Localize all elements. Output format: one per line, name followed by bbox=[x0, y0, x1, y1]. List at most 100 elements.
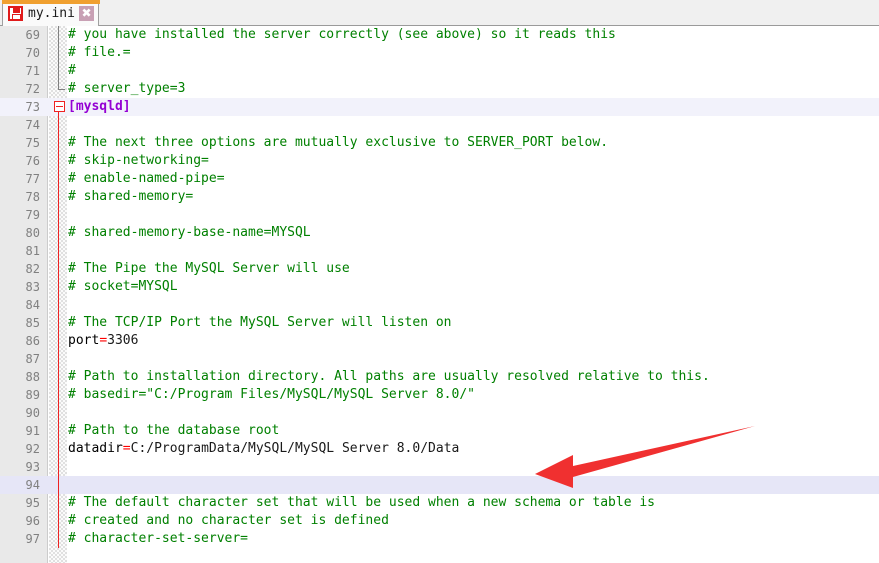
code-line[interactable]: 72 # server_type=3 bbox=[0, 80, 879, 98]
floppy-disk-icon bbox=[8, 6, 23, 21]
code-text: # The Pipe the MySQL Server will use bbox=[68, 260, 350, 278]
code-line[interactable]: 69 # you have installed the server correc… bbox=[0, 26, 879, 44]
code-line[interactable]: 89 # basedir="C:/Program Files/MySQL/MySQ… bbox=[0, 386, 879, 404]
code-token-cmt: # you have installed the server correctl… bbox=[68, 27, 616, 42]
code-text: # basedir="C:/Program Files/MySQL/MySQL … bbox=[68, 386, 475, 404]
close-icon[interactable]: ✖ bbox=[78, 6, 94, 21]
fold-active-line bbox=[58, 512, 59, 530]
code-line[interactable]: 80 # shared-memory-base-name=MYSQL bbox=[0, 224, 879, 242]
code-line[interactable]: 74 bbox=[0, 116, 879, 134]
code-line[interactable]: 84 bbox=[0, 296, 879, 314]
fold-active-line bbox=[58, 224, 59, 242]
code-text: # skip-networking= bbox=[68, 152, 209, 170]
fold-active-line bbox=[58, 296, 59, 314]
code-line[interactable]: 86 port=3306 bbox=[0, 332, 879, 350]
code-line[interactable]: 79 bbox=[0, 206, 879, 224]
active-tab-indicator bbox=[2, 0, 100, 4]
code-line[interactable]: 82 # The Pipe the MySQL Server will use bbox=[0, 260, 879, 278]
code-token-cmt: # basedir="C:/Program Files/MySQL/MySQL … bbox=[68, 387, 475, 402]
line-number: 77 bbox=[25, 172, 40, 186]
fold-active-line bbox=[58, 530, 59, 548]
line-number: 95 bbox=[25, 496, 40, 510]
fold-active-line bbox=[58, 458, 59, 476]
code-line[interactable]: 95 # The default character set that will … bbox=[0, 494, 879, 512]
fold-active-line bbox=[58, 314, 59, 332]
code-token-cmt: # skip-networking= bbox=[68, 153, 209, 168]
code-token-eq: = bbox=[122, 441, 131, 456]
code-line[interactable]: 93 bbox=[0, 458, 879, 476]
fold-active-line bbox=[58, 386, 59, 404]
fold-active-line bbox=[58, 242, 59, 260]
code-token-key: datadir bbox=[68, 441, 123, 456]
tab-bar: my.ini ✖ bbox=[0, 0, 879, 26]
fold-active-line bbox=[58, 332, 59, 350]
line-number: 81 bbox=[25, 244, 40, 258]
code-line[interactable]: 73 [mysqld] bbox=[0, 98, 879, 116]
line-number: 86 bbox=[25, 334, 40, 348]
line-number: 74 bbox=[25, 118, 40, 132]
code-text: # bbox=[68, 62, 76, 80]
code-line[interactable]: 71 # bbox=[0, 62, 879, 80]
text-editor-area[interactable]: 69 # you have installed the server correc… bbox=[0, 26, 879, 563]
code-token-cmt: # Path to installation directory. All pa… bbox=[68, 369, 710, 384]
code-text: # you have installed the server correctl… bbox=[68, 26, 616, 44]
line-number: 83 bbox=[25, 280, 40, 294]
fold-collapse-icon[interactable] bbox=[54, 101, 65, 112]
line-number: 91 bbox=[25, 424, 40, 438]
code-line[interactable]: 78 # shared-memory= bbox=[0, 188, 879, 206]
code-line[interactable]: 88 # Path to installation directory. All … bbox=[0, 368, 879, 386]
fold-guide-line bbox=[58, 44, 59, 62]
code-text: # The next three options are mutually ex… bbox=[68, 134, 608, 152]
line-number: 71 bbox=[25, 64, 40, 78]
code-token-val: C:/ProgramData/MySQL/MySQL Server 8.0/Da… bbox=[130, 441, 460, 456]
fold-guide-end bbox=[58, 80, 65, 90]
code-text: # enable-named-pipe= bbox=[68, 170, 225, 188]
code-text: # The TCP/IP Port the MySQL Server will … bbox=[68, 314, 452, 332]
code-token-cmt: # The next three options are mutually ex… bbox=[68, 135, 609, 150]
code-token-cmt: # shared-memory= bbox=[68, 189, 194, 204]
fold-active-line bbox=[58, 188, 59, 206]
line-number: 75 bbox=[25, 136, 40, 150]
code-text: # Path to installation directory. All pa… bbox=[68, 368, 710, 386]
fold-active-line bbox=[58, 368, 59, 386]
code-token-cmt: # Path to the database root bbox=[68, 423, 280, 438]
line-number: 73 bbox=[25, 100, 40, 114]
code-line[interactable]: 90 bbox=[0, 404, 879, 422]
code-line[interactable]: 91 # Path to the database root bbox=[0, 422, 879, 440]
code-line[interactable]: 75 # The next three options are mutually … bbox=[0, 134, 879, 152]
code-text: port=3306 bbox=[68, 332, 138, 350]
code-line[interactable]: 76 # skip-networking= bbox=[0, 152, 879, 170]
code-line[interactable]: 83 # socket=MYSQL bbox=[0, 278, 879, 296]
code-line[interactable]: 94 bbox=[0, 476, 879, 494]
code-line[interactable]: 70 # file.= bbox=[0, 44, 879, 62]
fold-active-line bbox=[58, 116, 59, 134]
code-line[interactable]: 96 # created and no character set is defi… bbox=[0, 512, 879, 530]
code-token-eq: = bbox=[99, 333, 108, 348]
code-token-key: port bbox=[68, 333, 100, 348]
code-text: # The default character set that will be… bbox=[68, 494, 655, 512]
line-number: 69 bbox=[25, 28, 40, 42]
fold-active-line bbox=[58, 404, 59, 422]
code-token-cmt: # enable-named-pipe= bbox=[68, 171, 225, 186]
code-line[interactable]: 81 bbox=[0, 242, 879, 260]
line-number: 79 bbox=[25, 208, 40, 222]
line-number: 96 bbox=[25, 514, 40, 528]
line-number: 76 bbox=[25, 154, 40, 168]
code-token-cmt: # The TCP/IP Port the MySQL Server will … bbox=[68, 315, 452, 330]
fold-active-line bbox=[58, 206, 59, 224]
code-line[interactable]: 92 datadir=C:/ProgramData/MySQL/MySQL Ser… bbox=[0, 440, 879, 458]
code-line[interactable]: 85 # The TCP/IP Port the MySQL Server wil… bbox=[0, 314, 879, 332]
code-token-cmt: # character-set-server= bbox=[68, 531, 249, 546]
fold-active-line bbox=[58, 350, 59, 368]
code-line[interactable]: 87 bbox=[0, 350, 879, 368]
code-line[interactable]: 97 # character-set-server= bbox=[0, 530, 879, 548]
line-number: 84 bbox=[25, 298, 40, 312]
code-line[interactable]: 77 # enable-named-pipe= bbox=[0, 170, 879, 188]
code-token-cmt: # The Pipe the MySQL Server will use bbox=[68, 261, 350, 276]
line-number: 97 bbox=[25, 532, 40, 546]
fold-active-line bbox=[58, 260, 59, 278]
code-token-cmt: # socket=MYSQL bbox=[68, 279, 178, 294]
code-text: datadir=C:/ProgramData/MySQL/MySQL Serve… bbox=[68, 440, 459, 458]
fold-active-line bbox=[58, 494, 59, 512]
line-number: 92 bbox=[25, 442, 40, 456]
